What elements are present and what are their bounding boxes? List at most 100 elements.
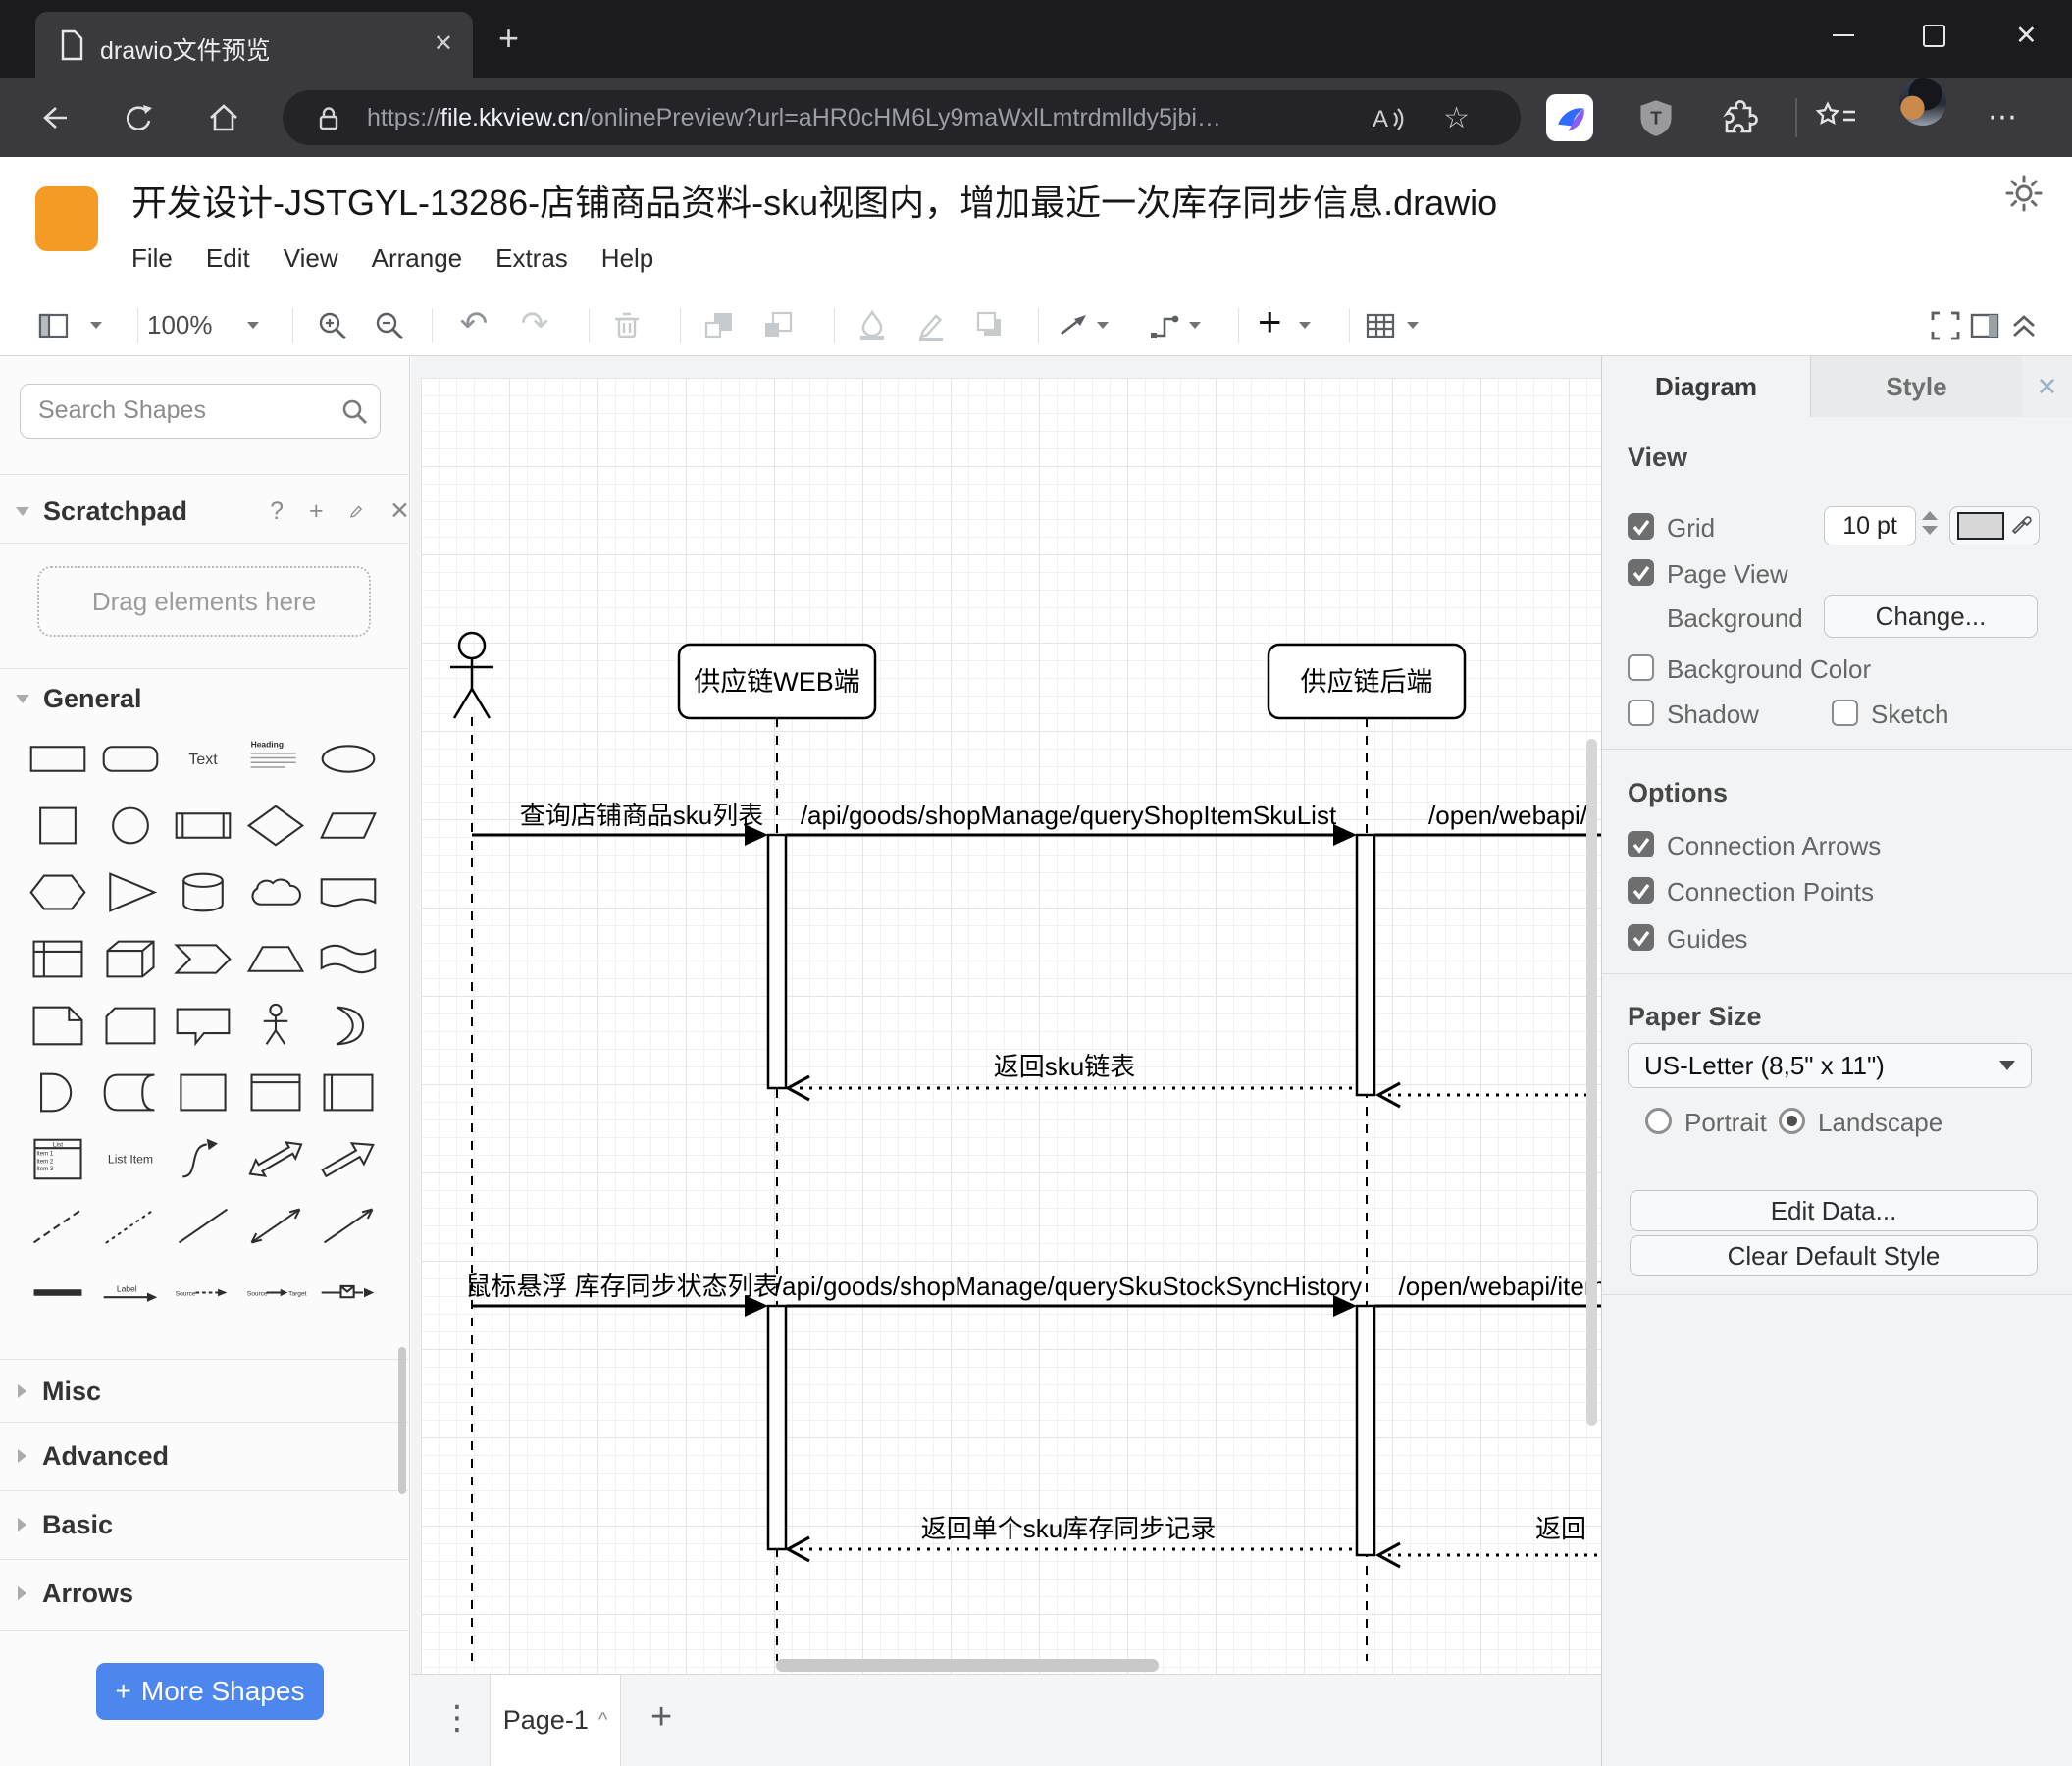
extension-colorful-icon[interactable] [1546, 94, 1593, 141]
menu-file[interactable]: File [131, 243, 173, 274]
shape-internal-storage[interactable] [22, 925, 94, 992]
scratchpad-help-icon[interactable]: ? [270, 497, 284, 526]
section-arrows[interactable]: Arrows [0, 1565, 410, 1622]
add-page-button[interactable]: + [650, 1696, 672, 1739]
pages-menu-icon[interactable]: ⋮ [440, 1698, 474, 1738]
browser-menu-icon[interactable]: ⋯ [1988, 100, 2017, 134]
shape-actor[interactable] [239, 992, 312, 1059]
tab-style[interactable]: Style [1810, 356, 2022, 417]
grid-size-stepper[interactable] [1922, 511, 1938, 541]
profile-avatar[interactable] [1899, 78, 1946, 126]
shape-link[interactable] [22, 1259, 94, 1325]
shape-line[interactable] [167, 1192, 239, 1259]
shape-curve[interactable] [167, 1125, 239, 1192]
tab-diagram[interactable]: Diagram [1602, 356, 1810, 418]
shape-bidirectional-connector[interactable] [239, 1192, 312, 1259]
menu-arrange[interactable]: Arrange [372, 243, 463, 274]
shape-triangle[interactable] [94, 858, 167, 925]
shape-rectangle[interactable] [22, 725, 94, 792]
favorites-bar-icon[interactable] [1815, 100, 1858, 135]
caret-down-icon[interactable] [90, 322, 102, 329]
close-window-button[interactable]: ✕ [1981, 0, 2072, 71]
canvas-vscrollbar[interactable] [1586, 739, 1597, 1426]
caret-down-icon[interactable] [1407, 322, 1419, 329]
menu-edit[interactable]: Edit [206, 243, 250, 274]
shape-and[interactable] [22, 1059, 94, 1125]
scratchpad-dropzone[interactable]: Drag elements here [37, 566, 371, 637]
page-view-checkbox[interactable] [1628, 559, 1654, 586]
zoom-level[interactable]: 100% [147, 310, 213, 340]
shape-tape[interactable] [312, 925, 385, 992]
landscape-radio[interactable] [1779, 1108, 1805, 1134]
undo-icon[interactable]: ↶ [457, 307, 491, 342]
shape-diamond[interactable] [239, 792, 312, 858]
shape-source-target[interactable]: Source [167, 1259, 239, 1325]
shape-source-target-2[interactable]: Source Target [239, 1259, 312, 1325]
shape-step[interactable] [167, 925, 239, 992]
shape-circle[interactable] [94, 792, 167, 858]
caret-down-icon[interactable] [1299, 322, 1311, 329]
browser-tab[interactable]: drawio文件预览 ✕ [35, 12, 473, 78]
fullscreen-icon[interactable] [1929, 309, 1962, 342]
shape-list-item[interactable]: List Item [94, 1125, 167, 1192]
change-background-button[interactable]: Change... [1824, 595, 2038, 638]
collapse-icon[interactable] [2007, 309, 2041, 342]
scratchpad-header[interactable]: Scratchpad ? + ✕ [0, 482, 410, 541]
lifeline-dashes[interactable] [471, 717, 1368, 1661]
connection-arrows-checkbox[interactable] [1628, 831, 1654, 857]
shape-document[interactable] [312, 858, 385, 925]
shape-cylinder[interactable] [167, 858, 239, 925]
shape-container[interactable] [167, 1059, 239, 1125]
paper-size-select[interactable]: US-Letter (8,5" x 11") [1628, 1043, 2032, 1088]
shape-vertical-container[interactable] [239, 1059, 312, 1125]
home-icon[interactable] [206, 100, 241, 135]
shape-cloud[interactable] [239, 858, 312, 925]
shape-bidirectional-arrow[interactable] [239, 1125, 312, 1192]
canvas-hscrollbar[interactable] [776, 1659, 1159, 1672]
section-basic[interactable]: Basic [0, 1496, 410, 1553]
activation-bars[interactable] [766, 833, 1376, 1557]
shape-process[interactable] [167, 792, 239, 858]
shape-card[interactable] [94, 992, 167, 1059]
background-color-checkbox[interactable] [1628, 654, 1654, 681]
section-advanced[interactable]: Advanced [0, 1428, 410, 1484]
panel-close-icon[interactable]: ✕ [2022, 356, 2072, 417]
connection-icon[interactable] [1058, 309, 1091, 342]
sketch-checkbox[interactable] [1832, 700, 1858, 726]
minimize-button[interactable] [1797, 0, 1889, 71]
edit-data-button[interactable]: Edit Data... [1630, 1190, 2038, 1231]
caret-down-icon[interactable] [1189, 322, 1201, 329]
shape-dotted-line[interactable] [94, 1192, 167, 1259]
grid-color-button[interactable] [1949, 506, 2040, 545]
shape-rounded-rectangle[interactable] [94, 725, 167, 792]
format-panel-icon[interactable] [1968, 309, 2001, 342]
portrait-radio[interactable] [1645, 1108, 1672, 1134]
shape-list[interactable]: List Item 1 Item 2 Item 3 [22, 1125, 94, 1192]
shape-horizontal-container[interactable] [312, 1059, 385, 1125]
page-tab[interactable]: Page-1 ^ [490, 1675, 621, 1766]
connection-points-checkbox[interactable] [1628, 877, 1654, 904]
insert-icon[interactable]: + [1258, 298, 1282, 345]
grid-checkbox[interactable] [1628, 513, 1654, 540]
extension-shield-icon[interactable]: T [1636, 98, 1676, 137]
more-shapes-button[interactable]: + More Shapes [96, 1663, 324, 1720]
shape-directional-connector[interactable] [312, 1192, 385, 1259]
shape-parallelogram[interactable] [312, 792, 385, 858]
view-panels-icon[interactable] [37, 309, 71, 342]
read-aloud-icon[interactable]: A [1370, 101, 1405, 136]
menu-help[interactable]: Help [601, 243, 653, 274]
scratchpad-edit-icon[interactable] [349, 499, 364, 523]
shadow-checkbox[interactable] [1628, 700, 1654, 726]
scratchpad-add-icon[interactable]: + [309, 497, 324, 526]
section-misc[interactable]: Misc [0, 1363, 410, 1420]
lifeline-backend[interactable]: 供应链后端 [1267, 643, 1467, 720]
shape-dashed-line[interactable] [22, 1192, 94, 1259]
extensions-puzzle-icon[interactable] [1719, 98, 1758, 137]
search-input[interactable] [36, 385, 335, 436]
scratchpad-close-icon[interactable]: ✕ [389, 496, 410, 526]
tab-close-icon[interactable]: ✕ [434, 29, 453, 58]
shape-label-arrow[interactable]: Label [94, 1259, 167, 1325]
shape-cube[interactable] [94, 925, 167, 992]
grid-size-input[interactable]: 10 pt [1824, 506, 1916, 545]
shape-square[interactable] [22, 792, 94, 858]
